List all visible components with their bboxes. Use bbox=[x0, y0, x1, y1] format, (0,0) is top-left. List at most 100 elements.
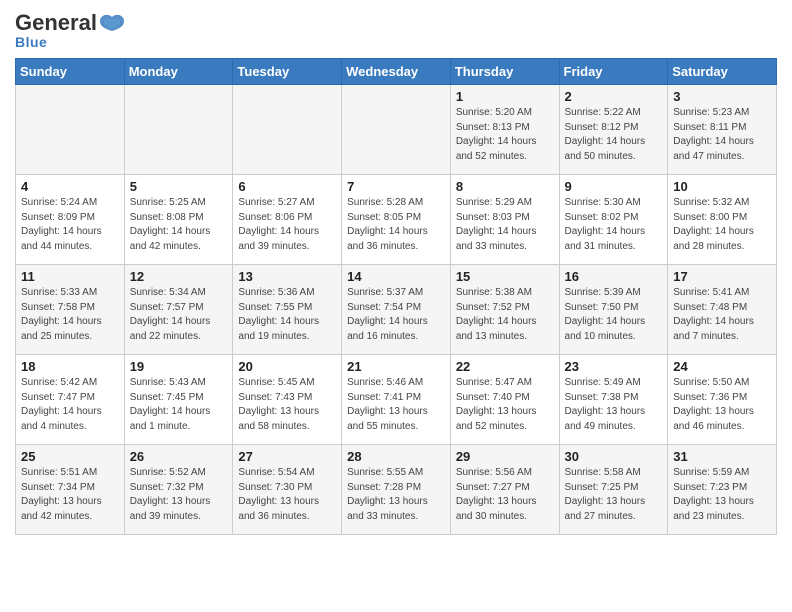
day-number: 31 bbox=[673, 449, 771, 464]
day-number: 21 bbox=[347, 359, 445, 374]
day-number: 2 bbox=[565, 89, 663, 104]
day-detail: Sunrise: 5:23 AM Sunset: 8:11 PM Dayligh… bbox=[673, 106, 771, 164]
week-row-2: 4Sunrise: 5:24 AM Sunset: 8:09 PM Daylig… bbox=[16, 175, 777, 265]
calendar-cell: 3 Sunrise: 5:23 AM Sunset: 8:11 PM Daylig… bbox=[668, 85, 777, 175]
calendar-cell: 25 Sunrise: 5:51 AM Sunset: 7:34 PM Dayli… bbox=[16, 445, 125, 535]
day-number: 1 bbox=[456, 89, 554, 104]
calendar-cell: 21 Sunrise: 5:46 AM Sunset: 7:41 PM Dayli… bbox=[342, 355, 451, 445]
day-number: 24 bbox=[673, 359, 771, 374]
day-number: 27 bbox=[238, 449, 336, 464]
day-number: 28 bbox=[347, 449, 445, 464]
day-number: 16 bbox=[565, 269, 663, 284]
day-detail: Sunrise: 5:55 AM Sunset: 7:28 PM Dayligh… bbox=[347, 466, 445, 524]
calendar-cell: 5Sunrise: 5:25 AM Sunset: 8:08 PM Daylig… bbox=[124, 175, 233, 265]
week-row-4: 18Sunrise: 5:42 AM Sunset: 7:47 PM Dayli… bbox=[16, 355, 777, 445]
weekday-header-tuesday: Tuesday bbox=[233, 59, 342, 85]
week-row-1: 1 Sunrise: 5:20 AM Sunset: 8:13 PM Daylig… bbox=[16, 85, 777, 175]
day-detail: Sunrise: 5:58 AM Sunset: 7:25 PM Dayligh… bbox=[565, 466, 663, 524]
day-detail: Sunrise: 5:39 AM Sunset: 7:50 PM Dayligh… bbox=[565, 286, 663, 344]
logo-text: General bbox=[15, 10, 127, 36]
day-number: 22 bbox=[456, 359, 554, 374]
calendar-cell: 9Sunrise: 5:30 AM Sunset: 8:02 PM Daylig… bbox=[559, 175, 668, 265]
weekday-header-wednesday: Wednesday bbox=[342, 59, 451, 85]
day-detail: Sunrise: 5:29 AM Sunset: 8:03 PM Dayligh… bbox=[456, 196, 554, 254]
day-detail: Sunrise: 5:56 AM Sunset: 7:27 PM Dayligh… bbox=[456, 466, 554, 524]
day-detail: Sunrise: 5:41 AM Sunset: 7:48 PM Dayligh… bbox=[673, 286, 771, 344]
calendar-cell: 4Sunrise: 5:24 AM Sunset: 8:09 PM Daylig… bbox=[16, 175, 125, 265]
day-detail: Sunrise: 5:38 AM Sunset: 7:52 PM Dayligh… bbox=[456, 286, 554, 344]
day-detail: Sunrise: 5:33 AM Sunset: 7:58 PM Dayligh… bbox=[21, 286, 119, 344]
day-detail: Sunrise: 5:43 AM Sunset: 7:45 PM Dayligh… bbox=[130, 376, 228, 434]
weekday-header-sunday: Sunday bbox=[16, 59, 125, 85]
day-detail: Sunrise: 5:20 AM Sunset: 8:13 PM Dayligh… bbox=[456, 106, 554, 164]
day-number: 17 bbox=[673, 269, 771, 284]
calendar-body: 1 Sunrise: 5:20 AM Sunset: 8:13 PM Daylig… bbox=[16, 85, 777, 535]
calendar-cell: 23Sunrise: 5:49 AM Sunset: 7:38 PM Dayli… bbox=[559, 355, 668, 445]
day-detail: Sunrise: 5:59 AM Sunset: 7:23 PM Dayligh… bbox=[673, 466, 771, 524]
weekday-header-thursday: Thursday bbox=[450, 59, 559, 85]
day-number: 10 bbox=[673, 179, 771, 194]
day-detail: Sunrise: 5:36 AM Sunset: 7:55 PM Dayligh… bbox=[238, 286, 336, 344]
day-number: 6 bbox=[238, 179, 336, 194]
day-number: 8 bbox=[456, 179, 554, 194]
day-number: 13 bbox=[238, 269, 336, 284]
calendar-cell: 24 Sunrise: 5:50 AM Sunset: 7:36 PM Dayli… bbox=[668, 355, 777, 445]
calendar-cell: 8 Sunrise: 5:29 AM Sunset: 8:03 PM Daylig… bbox=[450, 175, 559, 265]
calendar-cell: 31 Sunrise: 5:59 AM Sunset: 7:23 PM Dayli… bbox=[668, 445, 777, 535]
week-row-5: 25 Sunrise: 5:51 AM Sunset: 7:34 PM Dayli… bbox=[16, 445, 777, 535]
calendar-cell: 17 Sunrise: 5:41 AM Sunset: 7:48 PM Dayli… bbox=[668, 265, 777, 355]
day-detail: Sunrise: 5:22 AM Sunset: 8:12 PM Dayligh… bbox=[565, 106, 663, 164]
calendar-cell: 16 Sunrise: 5:39 AM Sunset: 7:50 PM Dayli… bbox=[559, 265, 668, 355]
calendar-cell bbox=[124, 85, 233, 175]
day-number: 18 bbox=[21, 359, 119, 374]
calendar-cell: 13 Sunrise: 5:36 AM Sunset: 7:55 PM Dayli… bbox=[233, 265, 342, 355]
day-number: 14 bbox=[347, 269, 445, 284]
calendar-cell: 6 Sunrise: 5:27 AM Sunset: 8:06 PM Daylig… bbox=[233, 175, 342, 265]
calendar-cell: 19 Sunrise: 5:43 AM Sunset: 7:45 PM Dayli… bbox=[124, 355, 233, 445]
day-number: 15 bbox=[456, 269, 554, 284]
calendar-cell: 14Sunrise: 5:37 AM Sunset: 7:54 PM Dayli… bbox=[342, 265, 451, 355]
calendar-cell: 12Sunrise: 5:34 AM Sunset: 7:57 PM Dayli… bbox=[124, 265, 233, 355]
calendar-cell: 27 Sunrise: 5:54 AM Sunset: 7:30 PM Dayli… bbox=[233, 445, 342, 535]
day-number: 3 bbox=[673, 89, 771, 104]
logo-bird-icon bbox=[98, 13, 126, 35]
calendar-table: SundayMondayTuesdayWednesdayThursdayFrid… bbox=[15, 58, 777, 535]
day-detail: Sunrise: 5:52 AM Sunset: 7:32 PM Dayligh… bbox=[130, 466, 228, 524]
day-number: 20 bbox=[238, 359, 336, 374]
day-number: 25 bbox=[21, 449, 119, 464]
page-header: General Blue bbox=[15, 10, 777, 50]
logo-general: General bbox=[15, 10, 97, 35]
day-number: 30 bbox=[565, 449, 663, 464]
calendar-cell: 2 Sunrise: 5:22 AM Sunset: 8:12 PM Daylig… bbox=[559, 85, 668, 175]
calendar-cell: 26Sunrise: 5:52 AM Sunset: 7:32 PM Dayli… bbox=[124, 445, 233, 535]
calendar-cell: 28 Sunrise: 5:55 AM Sunset: 7:28 PM Dayli… bbox=[342, 445, 451, 535]
day-number: 5 bbox=[130, 179, 228, 194]
weekday-header-friday: Friday bbox=[559, 59, 668, 85]
day-number: 4 bbox=[21, 179, 119, 194]
day-detail: Sunrise: 5:54 AM Sunset: 7:30 PM Dayligh… bbox=[238, 466, 336, 524]
day-detail: Sunrise: 5:28 AM Sunset: 8:05 PM Dayligh… bbox=[347, 196, 445, 254]
calendar-cell: 1 Sunrise: 5:20 AM Sunset: 8:13 PM Daylig… bbox=[450, 85, 559, 175]
day-number: 12 bbox=[130, 269, 228, 284]
day-number: 7 bbox=[347, 179, 445, 194]
day-detail: Sunrise: 5:45 AM Sunset: 7:43 PM Dayligh… bbox=[238, 376, 336, 434]
day-number: 19 bbox=[130, 359, 228, 374]
calendar-cell: 29Sunrise: 5:56 AM Sunset: 7:27 PM Dayli… bbox=[450, 445, 559, 535]
day-detail: Sunrise: 5:46 AM Sunset: 7:41 PM Dayligh… bbox=[347, 376, 445, 434]
calendar-cell: 20 Sunrise: 5:45 AM Sunset: 7:43 PM Dayli… bbox=[233, 355, 342, 445]
day-detail: Sunrise: 5:27 AM Sunset: 8:06 PM Dayligh… bbox=[238, 196, 336, 254]
weekday-header-row: SundayMondayTuesdayWednesdayThursdayFrid… bbox=[16, 59, 777, 85]
day-detail: Sunrise: 5:51 AM Sunset: 7:34 PM Dayligh… bbox=[21, 466, 119, 524]
calendar-cell: 10Sunrise: 5:32 AM Sunset: 8:00 PM Dayli… bbox=[668, 175, 777, 265]
logo: General Blue bbox=[15, 10, 127, 50]
day-detail: Sunrise: 5:50 AM Sunset: 7:36 PM Dayligh… bbox=[673, 376, 771, 434]
day-number: 9 bbox=[565, 179, 663, 194]
logo-blue-text: Blue bbox=[15, 34, 47, 50]
day-detail: Sunrise: 5:47 AM Sunset: 7:40 PM Dayligh… bbox=[456, 376, 554, 434]
calendar-cell: 11Sunrise: 5:33 AM Sunset: 7:58 PM Dayli… bbox=[16, 265, 125, 355]
calendar-cell bbox=[342, 85, 451, 175]
calendar-cell: 22 Sunrise: 5:47 AM Sunset: 7:40 PM Dayli… bbox=[450, 355, 559, 445]
calendar-cell: 30 Sunrise: 5:58 AM Sunset: 7:25 PM Dayli… bbox=[559, 445, 668, 535]
calendar-cell: 15 Sunrise: 5:38 AM Sunset: 7:52 PM Dayli… bbox=[450, 265, 559, 355]
calendar-cell: 7 Sunrise: 5:28 AM Sunset: 8:05 PM Daylig… bbox=[342, 175, 451, 265]
